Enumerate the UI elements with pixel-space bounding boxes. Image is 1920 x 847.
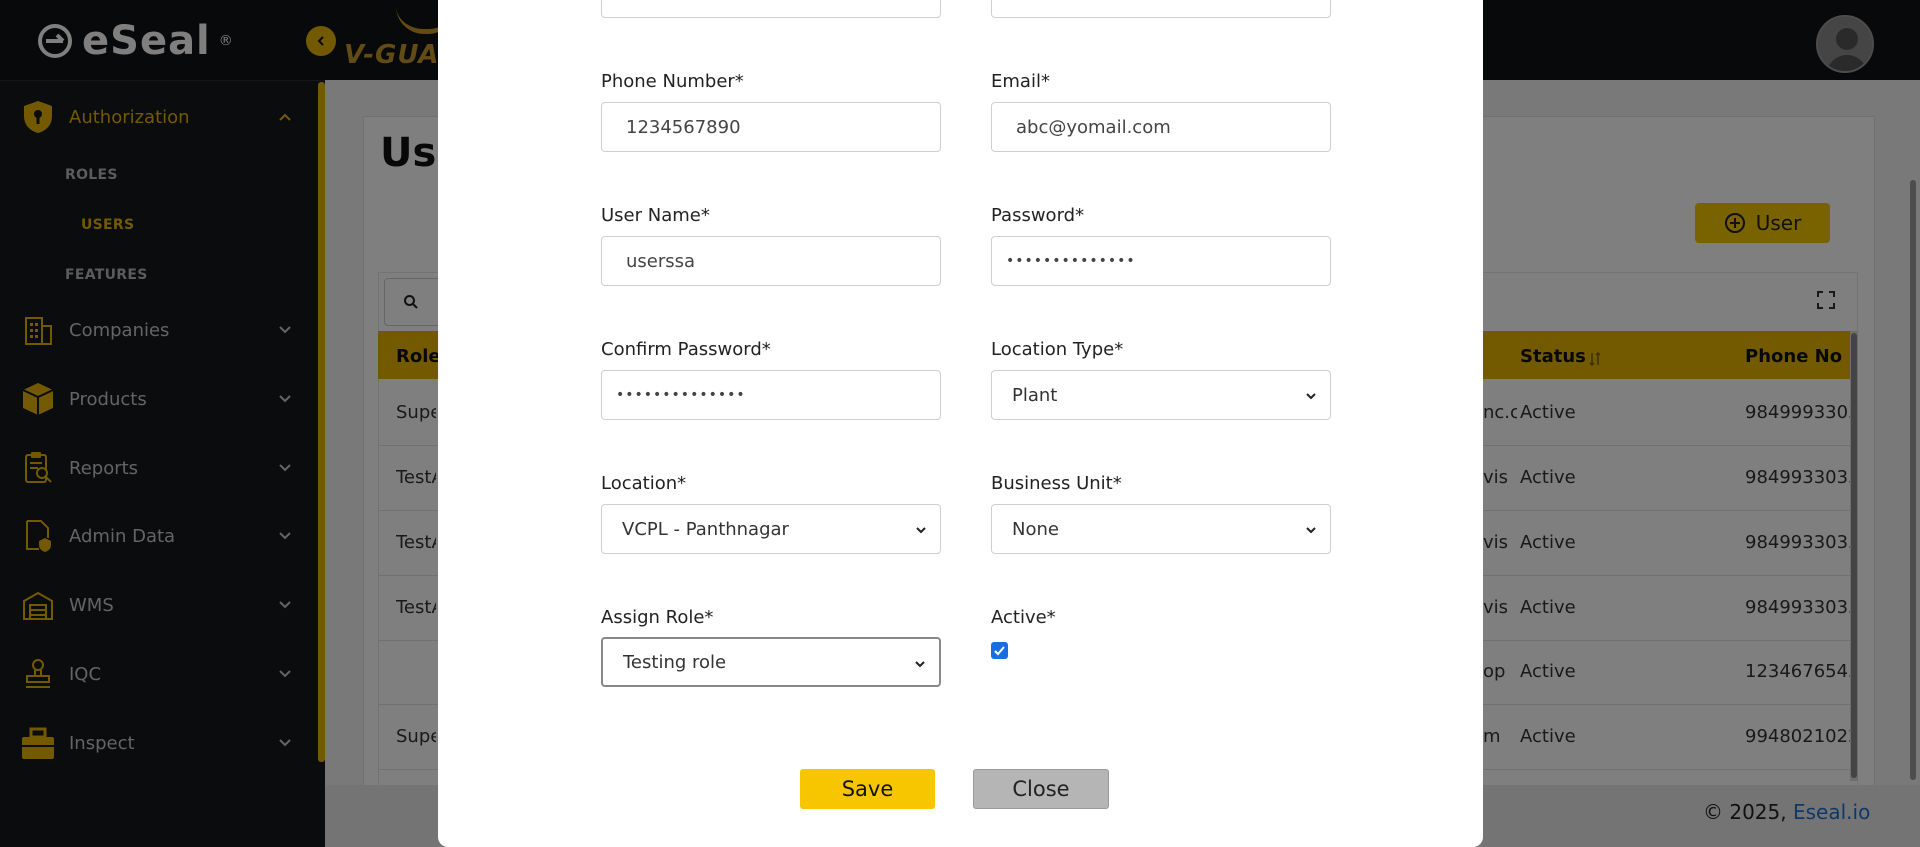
chevron-down-icon [916, 527, 926, 534]
password-label: Password* [991, 205, 1085, 226]
location-type-select[interactable]: Plant [991, 370, 1331, 420]
location-select[interactable]: VCPL - Panthnagar [601, 504, 941, 554]
email-field[interactable]: abc@yomail.com [991, 102, 1331, 152]
cut-off-field[interactable] [601, 0, 941, 18]
location-type-label: Location Type* [991, 339, 1124, 360]
active-label: Active* [991, 607, 1056, 628]
close-button[interactable]: Close [973, 769, 1109, 809]
password-field[interactable]: •••••••••••••• [991, 236, 1331, 286]
phone-label: Phone Number* [601, 71, 744, 92]
business-unit-select[interactable]: None [991, 504, 1331, 554]
username-field[interactable]: userssa [601, 236, 941, 286]
email-label: Email* [991, 71, 1050, 92]
checkmark-icon [994, 646, 1005, 656]
phone-field[interactable]: 1234567890 [601, 102, 941, 152]
location-value: VCPL - Panthnagar [622, 518, 789, 540]
business-unit-value: None [1012, 518, 1059, 540]
cut-off-field[interactable] [991, 0, 1331, 18]
assign-role-label: Assign Role* [601, 607, 714, 628]
location-type-value: Plant [1012, 384, 1058, 406]
chevron-down-icon [1306, 527, 1316, 534]
chevron-down-icon [1306, 393, 1316, 400]
chevron-down-icon [915, 661, 925, 668]
active-checkbox[interactable] [991, 642, 1008, 659]
app-root: eSeal® V-GUAR Authorization ROLES USERS … [0, 0, 1920, 847]
business-unit-label: Business Unit* [991, 473, 1122, 494]
confirm-password-label: Confirm Password* [601, 339, 771, 360]
add-user-modal: Phone Number* 1234567890 Email* abc@yoma… [438, 0, 1483, 847]
confirm-password-field[interactable]: •••••••••••••• [601, 370, 941, 420]
assign-role-value: Testing role [623, 651, 727, 673]
location-label: Location* [601, 473, 687, 494]
username-label: User Name* [601, 205, 710, 226]
assign-role-select[interactable]: Testing role [601, 637, 941, 687]
save-button[interactable]: Save [800, 769, 935, 809]
